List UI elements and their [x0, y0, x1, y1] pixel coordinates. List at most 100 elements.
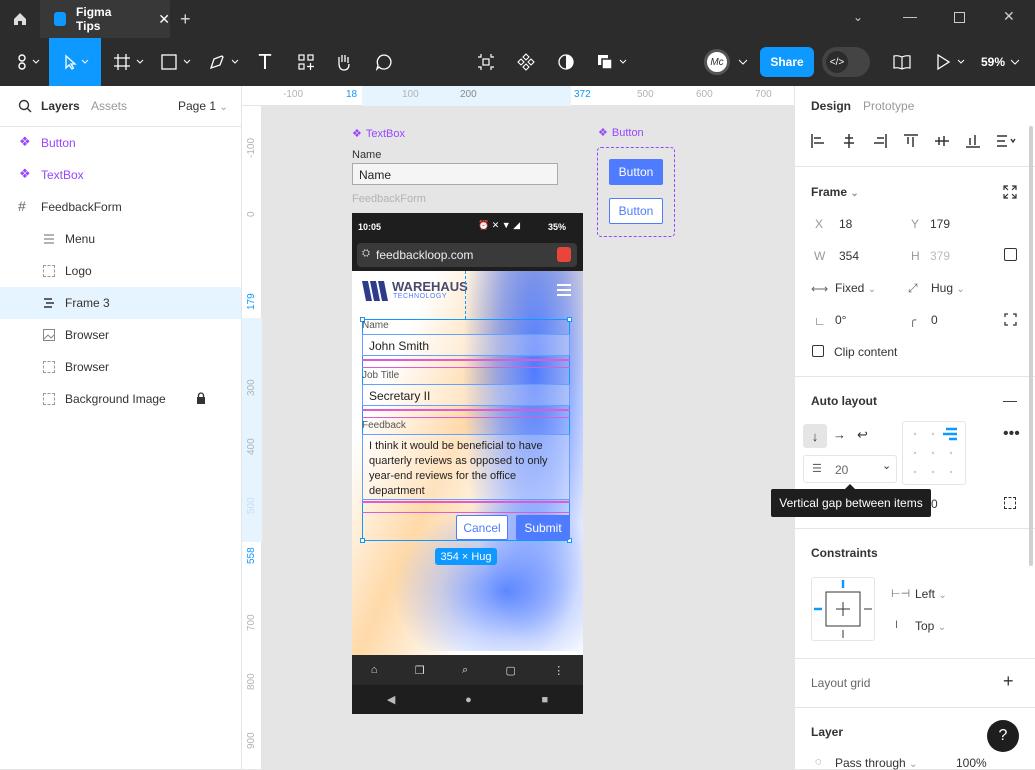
remove-auto-layout-icon[interactable]: — [1003, 393, 1017, 407]
align-right-icon[interactable] [873, 134, 887, 148]
rotation-input[interactable]: 0° [835, 313, 846, 327]
tab-prototype[interactable]: Prototype [863, 99, 914, 113]
vertical-constraint-dropdown[interactable]: Top ⌄ [915, 619, 946, 633]
rectangle-tool-icon[interactable] [158, 38, 194, 86]
align-top-icon[interactable] [904, 134, 918, 148]
resize-handle[interactable] [567, 317, 572, 322]
button-component-set[interactable]: Button Button [597, 147, 675, 237]
independent-corners-icon[interactable] [1004, 313, 1017, 326]
layer-frame-3[interactable]: Frame 3 [0, 287, 241, 319]
x-input[interactable]: 18 [839, 217, 852, 231]
dev-layout-icon[interactable] [474, 38, 498, 86]
height-input[interactable]: 379 [930, 249, 950, 263]
close-tab-icon[interactable]: ✕ [158, 11, 170, 28]
page-selector[interactable]: Page 1 ⌄ [178, 99, 228, 113]
resources-icon[interactable] [294, 38, 318, 86]
recents-icon[interactable]: ■ [541, 694, 548, 706]
maximize-icon[interactable] [954, 12, 965, 23]
lock-icon[interactable] [196, 392, 208, 404]
radius-input[interactable]: 0 [931, 313, 938, 327]
tab-layers[interactable]: Layers [41, 99, 80, 113]
gap-input[interactable]: ☰ 20 ⌄ [803, 455, 897, 483]
alignment-grid[interactable] [902, 421, 966, 485]
frame-tool-icon[interactable] [112, 38, 146, 86]
search-icon[interactable] [18, 99, 32, 113]
feedbackform-frame[interactable]: 10:05 ⏰ ✕ ▼ ◢ 35% ⛭ feedbackloop.com WAR… [352, 213, 583, 714]
resize-handle[interactable] [360, 538, 365, 543]
more-options-icon[interactable]: ••• [1003, 426, 1020, 442]
button-primary-variant[interactable]: Button [609, 159, 663, 185]
align-left-icon[interactable] [811, 134, 825, 148]
height-mode-dropdown[interactable]: Hug ⌄ [931, 281, 965, 295]
padding-input[interactable]: 0 [931, 497, 938, 511]
layer-browser[interactable]: Browser [0, 351, 241, 383]
align-bottom-icon[interactable] [966, 134, 980, 148]
share-button[interactable]: Share [760, 47, 814, 77]
vertical-direction-icon[interactable]: ↓ [803, 424, 827, 448]
dev-mode-toggle[interactable]: </> [822, 47, 870, 77]
feedback-textarea[interactable]: I think it would be beneficial to have q… [362, 434, 570, 500]
clip-content-checkbox[interactable] [812, 345, 824, 357]
minimize-icon[interactable]: — [903, 8, 917, 24]
window-close-icon[interactable]: ✕ [1003, 8, 1015, 25]
layer-background-image[interactable]: Background Image [0, 383, 241, 415]
constrain-proportions-icon[interactable] [1004, 248, 1017, 261]
hand-tool-icon[interactable] [332, 38, 356, 86]
tabs-icon[interactable]: ▢ [506, 664, 516, 677]
align-center-h-icon[interactable] [842, 134, 856, 148]
library-icon[interactable] [890, 38, 914, 86]
move-tool-icon[interactable] [49, 38, 101, 86]
tab-design[interactable]: Design [811, 99, 851, 113]
resize-to-fit-icon[interactable] [1003, 185, 1017, 199]
individual-padding-icon[interactable] [1004, 497, 1016, 509]
textbox-component-label[interactable]: ❖ TextBox [352, 127, 405, 141]
layer-textbox[interactable]: ❖ TextBox [0, 159, 241, 191]
new-tab-icon[interactable]: + [180, 9, 191, 30]
wrap-direction-icon[interactable]: ↩ [857, 427, 868, 443]
cancel-button[interactable]: Cancel [456, 515, 508, 540]
pen-tool-icon[interactable] [206, 38, 242, 86]
component-icon[interactable] [514, 38, 538, 86]
y-input[interactable]: 179 [930, 217, 950, 231]
comment-tool-icon[interactable] [372, 38, 396, 86]
horizontal-direction-icon[interactable]: → [833, 427, 846, 442]
blend-mode-dropdown[interactable]: Pass through ⌄ [835, 756, 917, 770]
frame-title[interactable]: Frame ⌄ [811, 185, 859, 199]
home-circle-icon[interactable]: ● [465, 694, 472, 706]
name-input[interactable]: John Smith [362, 334, 570, 356]
brave-shield-icon[interactable] [557, 247, 571, 262]
horizontal-constraint-dropdown[interactable]: Left ⌄ [915, 587, 947, 601]
layer-menu[interactable]: Menu [0, 223, 241, 255]
help-button[interactable]: ? [987, 720, 1019, 752]
feedbackform-frame-label[interactable]: FeedbackForm [352, 193, 426, 205]
chevron-down-icon[interactable]: ⌄ [853, 10, 863, 24]
present-icon[interactable] [932, 38, 968, 86]
distribute-icon[interactable] [997, 134, 1017, 148]
zoom-dropdown[interactable]: 59% [976, 38, 1026, 86]
mask-icon[interactable] [554, 38, 578, 86]
avatar[interactable]: Mc [704, 38, 750, 86]
text-tool-icon[interactable]: T [254, 38, 276, 86]
tab-assets[interactable]: Assets [91, 99, 127, 113]
main-menu-icon[interactable] [10, 38, 44, 86]
home-icon[interactable]: ⌂ [371, 664, 378, 676]
button-secondary-variant[interactable]: Button [609, 198, 663, 224]
add-layout-grid-icon[interactable]: + [1003, 671, 1014, 692]
boolean-icon[interactable] [594, 38, 630, 86]
warehaus-logo[interactable] [362, 281, 388, 301]
hamburger-menu-icon[interactable] [557, 284, 571, 296]
width-input[interactable]: 354 [839, 249, 859, 263]
button-component-label[interactable]: ❖ Button [598, 126, 644, 140]
constraint-widget[interactable] [811, 577, 875, 641]
browser-url-bar[interactable]: ⛭ feedbackloop.com [357, 243, 577, 267]
home-icon[interactable] [12, 11, 28, 27]
bookmark-icon[interactable]: ❒ [415, 664, 425, 677]
textbox-field[interactable]: Name [352, 163, 558, 185]
width-mode-dropdown[interactable]: Fixed ⌄ [835, 281, 876, 295]
file-tab[interactable]: Figma Tips ✕ [40, 0, 170, 38]
search-icon[interactable]: ⌕ [462, 664, 468, 677]
layer-logo[interactable]: Logo [0, 255, 241, 287]
back-icon[interactable]: ◀ [387, 693, 395, 706]
layer-feedbackform[interactable]: # FeedbackForm [0, 191, 241, 223]
layer-button[interactable]: ❖ Button [0, 127, 241, 159]
